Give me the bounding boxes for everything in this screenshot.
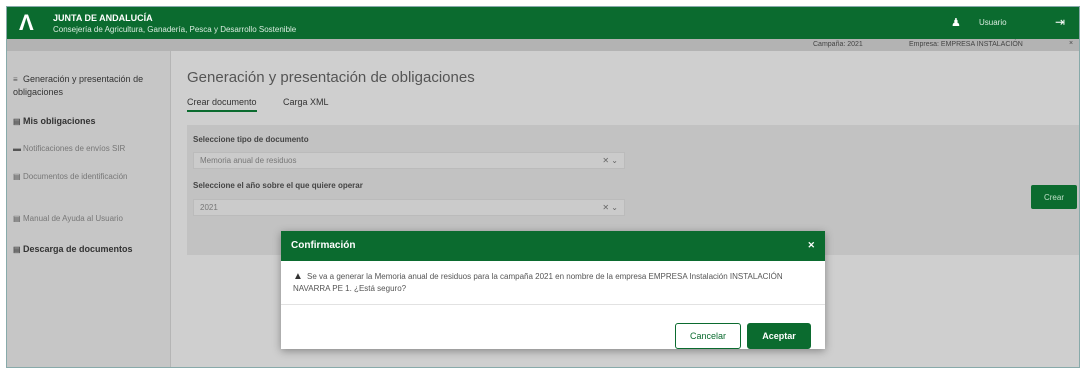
document-icon: ▤ xyxy=(13,214,21,223)
document-icon: ▤ xyxy=(13,172,21,181)
document-icon: ▤ xyxy=(13,117,21,126)
tab-crear-documento[interactable]: Crear documento xyxy=(187,97,257,112)
cancel-button[interactable]: Cancelar xyxy=(675,323,741,349)
logout-icon[interactable]: ⇥ xyxy=(1055,15,1065,29)
sidebar-item-obligaciones[interactable]: ▤ Mis obligaciones xyxy=(13,115,96,128)
sidebar-item-label: Notificaciones de envíos SIR xyxy=(23,144,126,153)
close-icon[interactable]: ✕ xyxy=(807,240,815,251)
dialog-title: Confirmación xyxy=(291,240,356,251)
org-department: Consejería de Agricultura, Ganadería, Pe… xyxy=(53,25,297,34)
company-info: Empresa: EMPRESA INSTALACIÓN xyxy=(909,41,1023,48)
menu-icon: ≡ xyxy=(13,75,18,84)
context-bar: Campaña: 2021 Empresa: EMPRESA INSTALACI… xyxy=(7,39,1079,51)
app-window: Λ JUNTA DE ANDALUCÍA Consejería de Agric… xyxy=(6,6,1080,368)
accept-button[interactable]: Aceptar xyxy=(747,323,811,349)
sidebar-item-label: Mis obligaciones xyxy=(23,116,96,126)
dialog-header: Confirmación ✕ xyxy=(281,231,825,261)
chevron-down-icon[interactable]: ✕ ⌄ xyxy=(602,156,618,165)
dialog-body: ▲ Se va a generar la Memoria anual de re… xyxy=(281,261,825,305)
sidebar-item-documentos[interactable]: ▤ Documentos de identificación xyxy=(13,171,163,183)
chevron-down-icon[interactable]: ✕ ⌄ xyxy=(602,203,618,212)
sidebar-item-manual[interactable]: ▤ Manual de Ayuda al Usuario xyxy=(13,213,123,225)
sidebar-item-notificaciones[interactable]: ▬ Notificaciones de envíos SIR xyxy=(13,143,125,155)
doc-type-select[interactable]: Memoria anual de residuos ✕ ⌄ xyxy=(193,152,625,169)
folder-icon: ▬ xyxy=(13,144,21,153)
sidebar-item-generacion[interactable]: ≡ Generación y presentación de obligacion… xyxy=(13,73,165,98)
tab-carga-xml[interactable]: Carga XML xyxy=(283,97,329,107)
user-name[interactable]: Usuario xyxy=(979,18,1007,27)
sidebar-item-label: Descarga de documentos xyxy=(23,244,133,254)
sidebar-item-label: Generación y presentación de obligacione… xyxy=(13,74,144,97)
year-select[interactable]: 2021 ✕ ⌄ xyxy=(193,199,625,216)
doc-type-label: Seleccione tipo de documento xyxy=(193,135,309,144)
year-value: 2021 xyxy=(200,203,218,212)
logo-icon[interactable]: Λ xyxy=(19,12,34,34)
document-icon: ▤ xyxy=(13,245,21,254)
org-name: JUNTA DE ANDALUCÍA xyxy=(53,13,153,23)
sidebar-item-label: Documentos de identificación xyxy=(23,172,128,181)
confirmation-dialog: Confirmación ✕ ▲ Se va a generar la Memo… xyxy=(281,231,825,349)
campaign-info: Campaña: 2021 xyxy=(813,41,863,48)
create-button[interactable]: Crear xyxy=(1031,185,1077,209)
sidebar: ≡ Generación y presentación de obligacion… xyxy=(7,51,171,367)
page-title: Generación y presentación de obligacione… xyxy=(187,69,475,86)
user-icon[interactable]: ♟ xyxy=(951,16,961,29)
year-label: Seleccione el año sobre el que quiere op… xyxy=(193,181,363,190)
doc-type-value: Memoria anual de residuos xyxy=(200,156,297,165)
top-header: Λ JUNTA DE ANDALUCÍA Consejería de Agric… xyxy=(7,7,1079,39)
sidebar-item-descarga[interactable]: ▤ Descarga de documentos xyxy=(13,243,133,256)
dialog-message: Se va a generar la Memoria anual de resi… xyxy=(293,272,783,293)
close-icon[interactable]: × xyxy=(1069,40,1073,47)
sidebar-item-label: Manual de Ayuda al Usuario xyxy=(23,214,123,223)
